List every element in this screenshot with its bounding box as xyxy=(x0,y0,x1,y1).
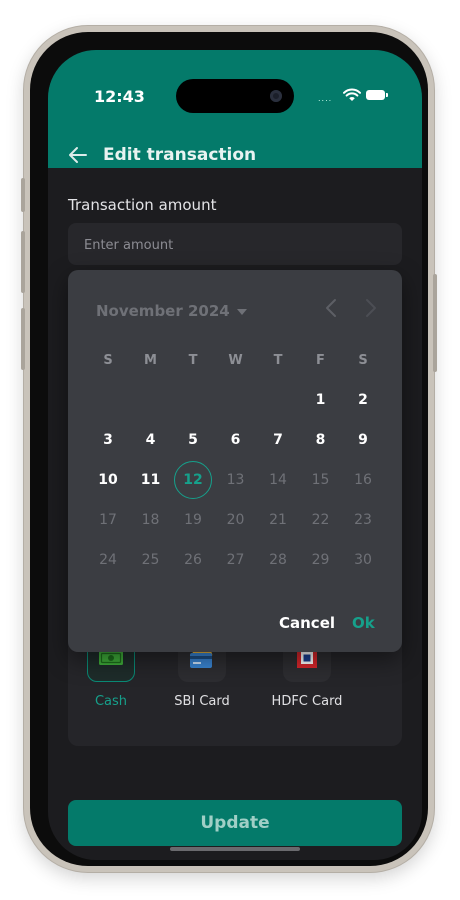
calendar-day-selected[interactable]: 12 xyxy=(172,460,214,500)
chevron-left-icon[interactable] xyxy=(320,296,344,320)
calendar-day-label: 23 xyxy=(354,512,372,528)
arrow-left-icon[interactable] xyxy=(68,146,88,164)
amount-field[interactable] xyxy=(68,223,402,267)
date-picker-dialog: November 2024 S M T W T F S 1 2 3 4 5 6 7 8 9 10 11 12 13 14… xyxy=(68,270,402,652)
wifi-icon xyxy=(343,88,361,101)
calendar-day: 14 xyxy=(257,460,299,500)
calendar-day: 28 xyxy=(257,540,299,580)
status-time: 12:43 xyxy=(94,87,145,106)
chevron-right-icon[interactable] xyxy=(358,296,382,320)
calendar-day-label: 3 xyxy=(103,432,113,448)
weekday-header: S xyxy=(103,352,113,368)
calendar-day[interactable]: 3 xyxy=(87,420,129,460)
weekday-header: F xyxy=(316,352,325,368)
calendar-day[interactable]: 4 xyxy=(130,420,172,460)
calendar-day: 27 xyxy=(215,540,257,580)
calendar-day-label: 13 xyxy=(226,472,245,488)
calendar-day-label: 25 xyxy=(141,552,160,568)
calendar-day-label: 4 xyxy=(145,432,156,448)
weekday-header: W xyxy=(228,352,243,368)
calendar-day-label: 12 xyxy=(183,472,203,488)
calendar-day-label: 15 xyxy=(311,472,330,488)
update-button[interactable]: Update xyxy=(68,800,402,846)
weekday-header: T xyxy=(273,352,283,368)
volume-down-button xyxy=(21,308,25,370)
calendar-day: 24 xyxy=(87,540,129,580)
calendar-day-label: 6 xyxy=(230,432,241,448)
weekday-header: T xyxy=(188,352,198,368)
month-selector[interactable]: November 2024 xyxy=(96,302,247,320)
caret-down-icon xyxy=(236,308,247,315)
calendar-day: 13 xyxy=(215,460,257,500)
calendar-day-label: 1 xyxy=(315,392,326,408)
calendar-day[interactable]: 5 xyxy=(172,420,214,460)
cancel-button[interactable]: Cancel xyxy=(279,614,335,632)
battery-icon xyxy=(366,90,388,100)
app-header: 12:43 .... Edit transaction xyxy=(48,50,422,168)
calendar-day[interactable]: 2 xyxy=(342,380,384,420)
account-label-cash: Cash xyxy=(94,694,128,709)
calendar-day[interactable]: 9 xyxy=(342,420,384,460)
calendar-day-label: 24 xyxy=(99,552,117,568)
calendar-day: 18 xyxy=(130,500,172,540)
bezel: 12:43 .... Edit transaction Transaction … xyxy=(30,32,428,866)
calendar-day[interactable]: 7 xyxy=(257,420,299,460)
calendar-day-label: 28 xyxy=(269,552,287,568)
power-button xyxy=(433,274,437,372)
ok-button[interactable]: Ok xyxy=(352,614,375,632)
calendar-day-label: 2 xyxy=(358,392,368,408)
calendar-day-label: 14 xyxy=(269,472,287,488)
amount-input[interactable] xyxy=(82,223,386,267)
volume-up-button xyxy=(21,231,25,293)
calendar-day[interactable]: 11 xyxy=(130,460,172,500)
calendar-day-label: 29 xyxy=(311,552,330,568)
calendar-day-label: 22 xyxy=(311,512,330,528)
calendar-day: 17 xyxy=(87,500,129,540)
calendar-day[interactable]: 6 xyxy=(215,420,257,460)
account-label-sbi-card: SBI Card xyxy=(174,694,230,709)
calendar-day: 20 xyxy=(215,500,257,540)
calendar-day: 29 xyxy=(300,540,342,580)
amount-label: Transaction amount xyxy=(68,196,217,214)
calendar-day: 21 xyxy=(257,500,299,540)
calendar-day: 16 xyxy=(342,460,384,500)
calendar-day-label: 8 xyxy=(315,432,326,448)
camera-icon xyxy=(270,90,282,102)
weekday-header: S xyxy=(358,352,368,368)
calendar-day[interactable]: 8 xyxy=(300,420,342,460)
calendar-day-label: 20 xyxy=(226,512,245,528)
calendar-day-label: 27 xyxy=(226,552,245,568)
calendar-day-label: 21 xyxy=(269,512,287,528)
calendar-day: 22 xyxy=(300,500,342,540)
calendar-day: 15 xyxy=(300,460,342,500)
calendar-day-label: 11 xyxy=(140,472,161,488)
calendar-day-label: 5 xyxy=(188,432,198,448)
calendar-day-label: 10 xyxy=(98,472,118,488)
calendar-day-label: 30 xyxy=(354,552,372,568)
calendar-day: 19 xyxy=(172,500,214,540)
signal-dots: .... xyxy=(318,94,333,103)
calendar-day-label: 18 xyxy=(141,512,160,528)
calendar-day: 30 xyxy=(342,540,384,580)
calendar-day-label: 17 xyxy=(99,512,117,528)
calendar-day: 26 xyxy=(172,540,214,580)
calendar-day: 23 xyxy=(342,500,384,540)
calendar-day-label: 26 xyxy=(184,552,202,568)
screen: 12:43 .... Edit transaction Transaction … xyxy=(48,50,422,860)
calendar-day: 25 xyxy=(130,540,172,580)
phone-frame: 12:43 .... Edit transaction Transaction … xyxy=(21,26,437,872)
calendar-day-label: 7 xyxy=(273,432,283,448)
calendar-day-label: 16 xyxy=(354,472,372,488)
month-label: November 2024 xyxy=(96,302,230,320)
page-title: Edit transaction xyxy=(103,145,257,165)
calendar-day[interactable]: 10 xyxy=(87,460,129,500)
dynamic-island xyxy=(176,79,294,113)
weekday-header: M xyxy=(144,352,157,368)
account-label-hdfc-card: HDFC Card xyxy=(271,694,343,709)
action-button xyxy=(21,178,25,212)
calendar-day-label: 9 xyxy=(358,432,368,448)
home-indicator xyxy=(170,847,300,851)
calendar-day-label: 19 xyxy=(184,512,202,528)
calendar-day[interactable]: 1 xyxy=(300,380,342,420)
